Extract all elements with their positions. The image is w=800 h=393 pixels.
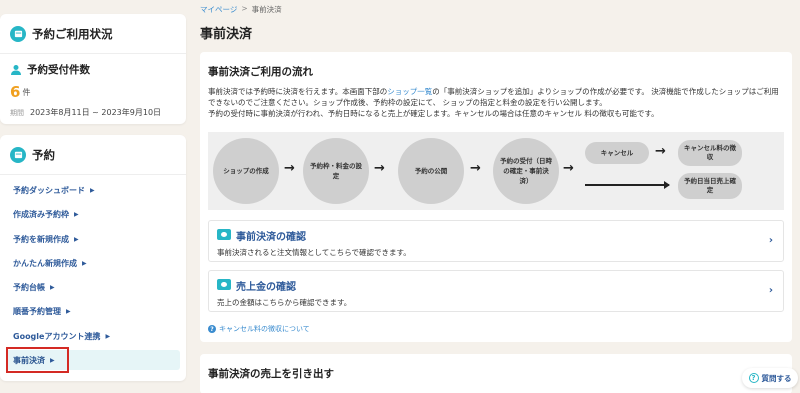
breadcrumb-home-link[interactable]: マイページ [200, 4, 237, 15]
highlight-frame [6, 347, 69, 373]
nav-item-easy-create[interactable]: かんたん新規作成 ▶ [6, 253, 180, 273]
flow-step-accept: 予約の受付（日時の確定・事前決済） [493, 138, 559, 204]
arrow-right-icon: → [470, 161, 481, 176]
flow-step-publish: 予約の公開 [398, 138, 464, 204]
shop-list-link[interactable]: ショップ一覧 [387, 87, 432, 96]
help-button-label: 質問する [761, 373, 792, 383]
nav-item-label: Googleアカウント連携 [13, 331, 101, 341]
withdraw-section-title: 事前決済の売上を引き出す [208, 368, 334, 380]
reservation-count-value: 6 [10, 83, 21, 101]
flow-cancel: キャンセル [585, 142, 649, 164]
prepayment-check-title: 事前決済の確認 [236, 232, 306, 243]
arrow-right-icon: → [374, 161, 385, 176]
reservation-count-unit: 件 [22, 87, 31, 97]
chevron-right-icon: › [768, 235, 773, 246]
desc-text: 予約の受付時に事前決済が行われ、予約日時になると売上が確定します。キャンセルの場… [208, 109, 659, 118]
prepayment-check-card[interactable]: 事前決済の確認 事前決済されると注文情報としてこちらで確認できます。 › [208, 220, 784, 262]
period-row: 期間 2023年8月11日 ~ 2023年9月10日 [0, 107, 186, 118]
caret-right-icon: ▶ [105, 332, 111, 340]
breadcrumb-separator: > [241, 4, 248, 13]
sales-check-title: 売上金の確認 [236, 282, 296, 293]
flow-diagram: ショップの作成 → 予約枠・料金の設定 → 予約の公開 → 予約の受付（日時の確… [208, 132, 784, 210]
long-arrow-icon [585, 181, 670, 189]
page-title: 事前決済 [200, 27, 253, 42]
nav-item-label: 予約台帳 [13, 282, 45, 292]
arrow-right-icon: → [563, 161, 574, 176]
flow-sale-confirm: 予約日当日売上確定 [678, 173, 742, 199]
desc-text: 事前決済では予約時に決済を行えます。本画面下部の [208, 87, 388, 96]
period-value: 2023年8月11日 ~ 2023年9月10日 [30, 108, 162, 117]
chevron-right-icon: › [768, 285, 773, 296]
cancel-fee-link-label: キャンセル料の徴収について [219, 325, 310, 333]
status-card-header: 予約ご利用状況 [0, 14, 186, 54]
caret-right-icon: ▶ [50, 283, 55, 291]
prepayment-check-desc: 事前決済されると注文情報としてこちらで確認できます。 [217, 248, 411, 257]
breadcrumb-current: 事前決済 [251, 5, 282, 14]
caret-right-icon: ▶ [74, 210, 79, 218]
breadcrumb: マイページ > 事前決済 [200, 4, 282, 15]
nav-item-label: 予約ダッシュボード [13, 185, 85, 195]
nav-item-label: 順番予約管理 [13, 306, 61, 316]
nav-item-dashboard[interactable]: 予約ダッシュボード ▶ [6, 180, 180, 200]
question-icon: ? [208, 325, 216, 333]
nav-item-google-link[interactable]: Googleアカウント連携 ▶ [6, 326, 180, 346]
help-button[interactable]: ? 質問する [742, 368, 798, 388]
sales-check-card[interactable]: 売上金の確認 売上の金額はこちらから確認できます。 › [208, 270, 784, 312]
nav-item-label: 作成済み予約枠 [13, 209, 69, 219]
caret-right-icon: ▶ [74, 235, 79, 243]
caret-right-icon: ▶ [66, 307, 71, 315]
caret-right-icon: ▶ [90, 186, 95, 194]
flow-step-shop-create: ショップの作成 [213, 138, 279, 204]
arrow-right-icon: → [284, 161, 295, 176]
question-icon: ? [748, 373, 759, 383]
video-icon [217, 229, 231, 240]
withdraw-panel: 事前決済の売上を引き出す [200, 354, 792, 393]
reservation-nav-header: 予約 [0, 135, 186, 175]
reservation-nav-title: 予約 [32, 147, 55, 162]
flow-cancel-fee: キャンセル料の徴収 [678, 140, 742, 166]
cancel-fee-link[interactable]: ? キャンセル料の徴収について [208, 324, 310, 334]
section-title: 事前決済ご利用の流れ [208, 66, 313, 78]
flow-step-slot-price: 予約枠・料金の設定 [303, 138, 369, 204]
status-card-title: 予約ご利用状況 [32, 26, 113, 41]
nav-item-label: 予約を新規作成 [13, 234, 69, 244]
nav-item-new-reservation[interactable]: 予約を新規作成 ▶ [6, 229, 180, 249]
video-icon [217, 279, 231, 290]
flow-description: 事前決済では予約時に決済を行えます。本画面下部のショップ一覧の「事前決済ショップ… [208, 86, 784, 119]
nav-item-created-slots[interactable]: 作成済み予約枠 ▶ [6, 204, 180, 224]
nav-item-ledger[interactable]: 予約台帳 ▶ [6, 277, 180, 297]
period-label: 期間 [10, 108, 24, 117]
arrow-right-icon: → [655, 144, 666, 159]
calendar-icon [10, 146, 26, 163]
caret-right-icon: ▶ [82, 259, 87, 267]
reservation-count-label: 予約受付件数 [27, 64, 90, 76]
reservation-nav-card: 予約 予約ダッシュボード ▶ 作成済み予約枠 ▶ 予約を新規作成 ▶ かんたん新規作成… [0, 135, 186, 381]
flow-panel: 事前決済ご利用の流れ 事前決済では予約時に決済を行えます。本画面下部のショップ一… [200, 52, 792, 342]
person-icon [11, 64, 21, 75]
count-row: 6 件 [0, 83, 186, 101]
sales-check-desc: 売上の金額はこちらから確認できます。 [217, 298, 352, 307]
calendar-icon [10, 25, 26, 42]
reservation-count-row: 予約受付件数 [0, 62, 186, 77]
nav-item-label: かんたん新規作成 [13, 258, 77, 268]
nav-item-queue-management[interactable]: 順番予約管理 ▶ [6, 301, 180, 321]
status-card: 予約ご利用状況 予約受付件数 6 件 期間 2023年8月11日 ~ 2023年… [0, 14, 186, 124]
